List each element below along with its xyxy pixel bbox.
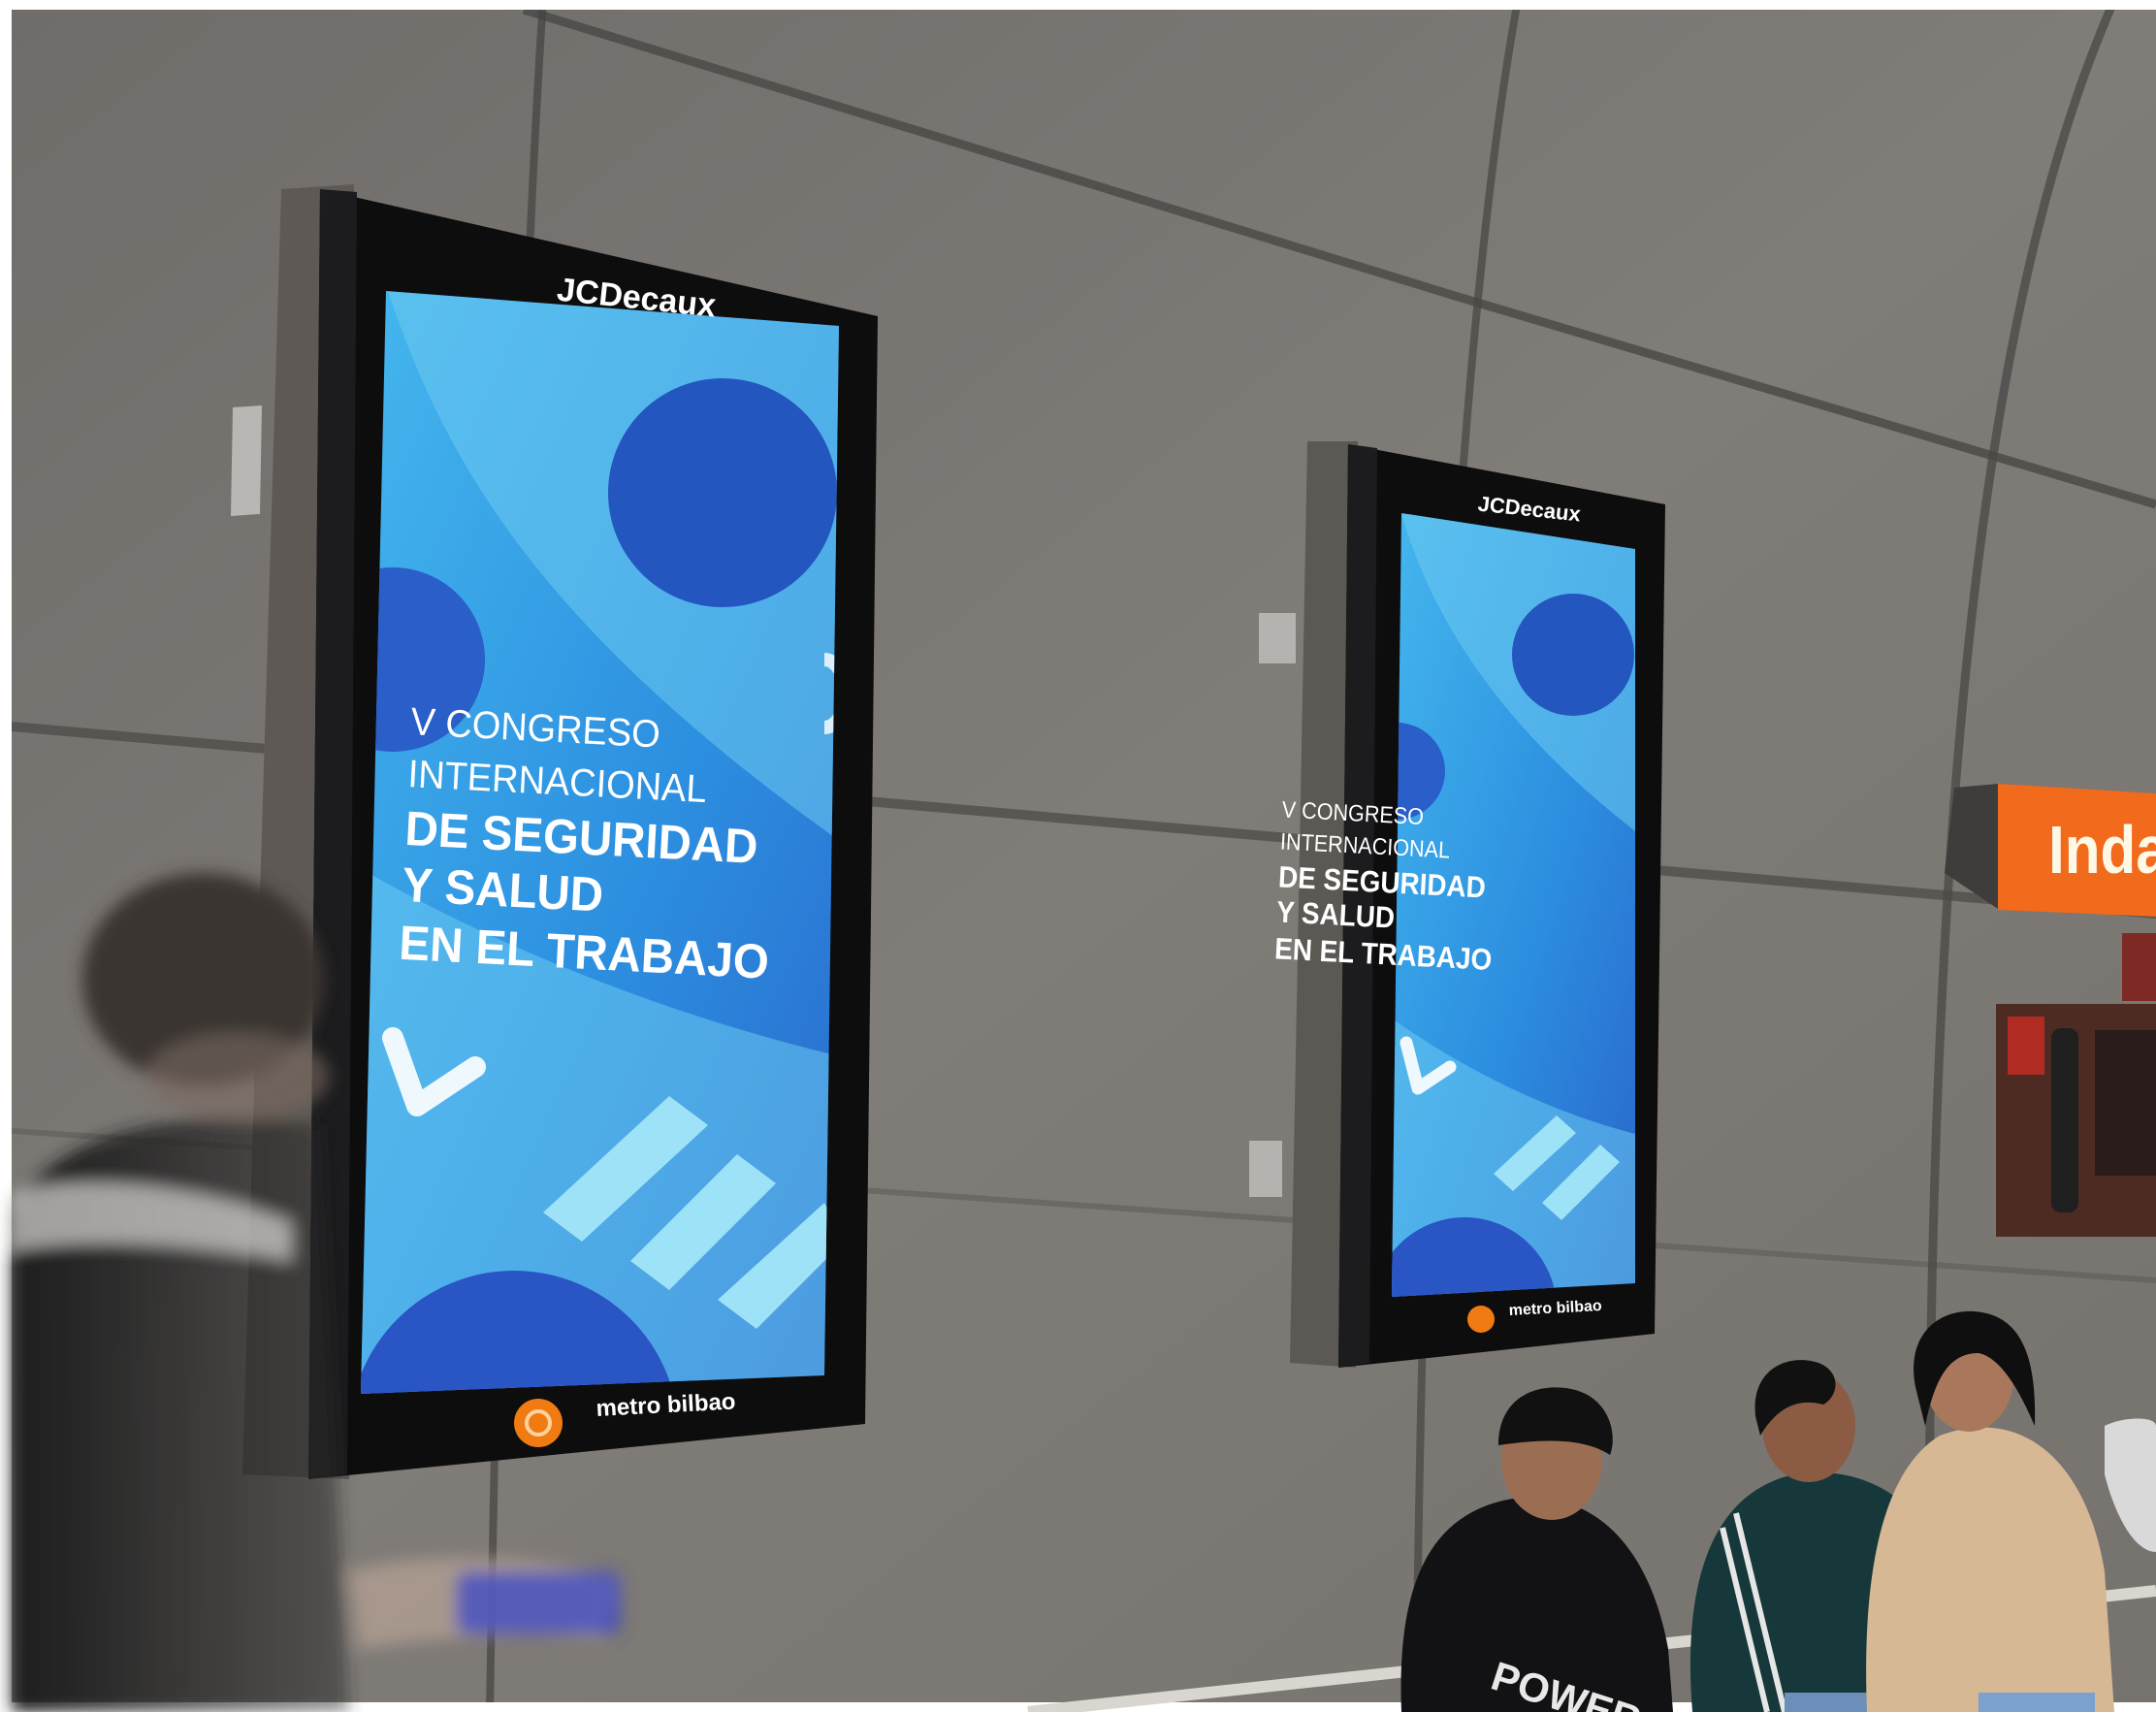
decorative-circle (608, 378, 837, 607)
station-name-text: Indaut (2048, 812, 2156, 888)
headline-line: Y SALUD (401, 858, 604, 922)
metro-logo (514, 1399, 563, 1447)
metro-logo (1467, 1306, 1495, 1333)
metro-station-photo: Indaut JCDecaux V CONGRESO (0, 0, 2156, 1712)
headline-line: Y SALUD (1275, 895, 1396, 935)
digital-ad-screen-right: JCDecaux V CONGRESO INTERNACIONAL DE SEG… (1249, 441, 1665, 1368)
